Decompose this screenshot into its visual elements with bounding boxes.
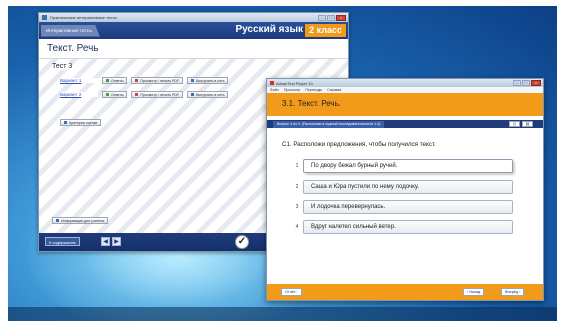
check-icon	[106, 93, 109, 96]
option-number: 1	[295, 163, 299, 169]
pdf-icon	[135, 93, 139, 96]
window-controls: – □ ×	[318, 14, 346, 21]
criteria-button[interactable]: Критерии оценки	[60, 119, 102, 126]
grade-badge: 2 класс	[305, 24, 346, 37]
upload-button-1[interactable]: Выгрузить в сеть	[187, 77, 229, 84]
menu-help[interactable]: Справка	[327, 88, 341, 92]
desktop: Практические интерактивные тесты – □ × И…	[8, 6, 557, 321]
subject-title: Русский язык	[235, 24, 303, 35]
close-icon[interactable]: ×	[336, 14, 346, 21]
variant-row-1: Вариант 1 Ответы Просмотр / печать PDF В…	[60, 77, 229, 84]
info-icon	[64, 121, 67, 124]
question-tools: ◷ ▤	[509, 121, 533, 127]
timer-icon[interactable]: ◷	[509, 121, 520, 127]
player-heading-bar: 3.1. Текст. Речь.	[267, 93, 543, 116]
next-arrow-icon[interactable]: ▶	[112, 237, 121, 246]
upload-icon	[191, 79, 195, 82]
print-pdf-button-1[interactable]: Просмотр / печать PDF	[131, 77, 184, 84]
tab-interactive-tests[interactable]: Интерактивные тесты	[41, 24, 100, 37]
menu-view[interactable]: Просмотр	[284, 88, 300, 92]
prev-button[interactable]: ‹ Назад	[463, 288, 485, 296]
question-text: С1. Расположи предложения, чтобы получил…	[282, 141, 436, 148]
player-app-icon	[270, 81, 274, 85]
option-text[interactable]: И лодочка перевернулась.	[303, 200, 513, 214]
variant-row-2: Вариант 2 Ответы Просмотр / печать PDF В…	[60, 91, 229, 98]
player-heading: 3.1. Текст. Речь.	[282, 99, 341, 108]
upload-icon	[191, 93, 195, 96]
taskbar	[8, 307, 557, 321]
answer-option-2[interactable]: 2 Саша и Юра пустили по нему лодочку.	[291, 180, 513, 194]
player-titlebar: AdvanTest Player 10 – □ ×	[267, 79, 543, 87]
option-text[interactable]: По двору бежал бурный ручей.	[303, 159, 513, 173]
check-icon	[106, 79, 109, 82]
player-window: AdvanTest Player 10 – □ × Файл Просмотр …	[266, 78, 544, 301]
option-text[interactable]: Вдруг налетел сильный ветер.	[303, 220, 513, 234]
question-bar: Вопрос 4 из 4. (Расположи в нужной после…	[267, 120, 543, 128]
maximize-icon[interactable]: □	[522, 80, 530, 86]
option-text[interactable]: Саша и Юра пустили по нему лодочку.	[303, 180, 513, 194]
player-footer: Отчёт... ‹ Назад Вперёд ›	[267, 284, 543, 300]
menu-file[interactable]: Файл	[270, 88, 279, 92]
player-window-title: AdvanTest Player 10	[276, 80, 313, 86]
question-tab: Вопрос 4 из 4. (Расположи в нужной после…	[273, 121, 385, 128]
test-label: Тест 3	[52, 63, 73, 70]
option-number: 3	[295, 204, 299, 210]
next-button[interactable]: Вперёд ›	[501, 288, 525, 296]
info-icon	[56, 219, 59, 222]
print-pdf-button-2[interactable]: Просмотр / печать PDF	[131, 91, 184, 98]
minimize-icon[interactable]: –	[513, 80, 521, 86]
upload-button-2[interactable]: Выгрузить в сеть	[187, 91, 229, 98]
minimize-icon[interactable]: –	[318, 14, 326, 21]
option-number: 4	[295, 224, 299, 230]
menu-navigation[interactable]: Переходы	[305, 88, 322, 92]
tests-window-titlebar: Практические интерактивные тесты – □ ×	[39, 13, 348, 22]
variant-link-1[interactable]: Вариант 1	[60, 78, 98, 83]
pdf-icon	[135, 79, 139, 82]
page-title: Текст. Речь	[39, 39, 348, 59]
prev-arrow-icon[interactable]: ◀	[101, 237, 110, 246]
player-window-controls: – □ ×	[513, 80, 541, 86]
print-icon[interactable]: ▤	[522, 121, 533, 127]
maximize-icon[interactable]: □	[327, 14, 335, 21]
app-icon	[42, 15, 47, 20]
finish-button[interactable]: Отчёт...	[281, 288, 303, 296]
answer-option-1[interactable]: 1 По двору бежал бурный ручей.	[291, 159, 513, 173]
close-icon[interactable]: ×	[531, 80, 541, 86]
answers-button-1[interactable]: Ответы	[102, 77, 128, 84]
checkmark-icon[interactable]: ✓	[235, 235, 249, 249]
answer-option-3[interactable]: 3 И лодочка перевернулась.	[291, 200, 513, 214]
answers-button-2[interactable]: Ответы	[102, 91, 128, 98]
tests-window-title: Практические интерактивные тесты	[50, 15, 117, 20]
option-number: 2	[295, 184, 299, 190]
teacher-info-button[interactable]: Информация для учителя	[52, 217, 109, 224]
tests-header: Интерактивные тесты Русский язык 2 класс	[39, 22, 348, 39]
variant-link-2[interactable]: Вариант 2	[60, 92, 98, 97]
contents-button[interactable]: К содержанию	[45, 237, 80, 246]
answer-option-4[interactable]: 4 Вдруг налетел сильный ветер.	[291, 220, 513, 234]
